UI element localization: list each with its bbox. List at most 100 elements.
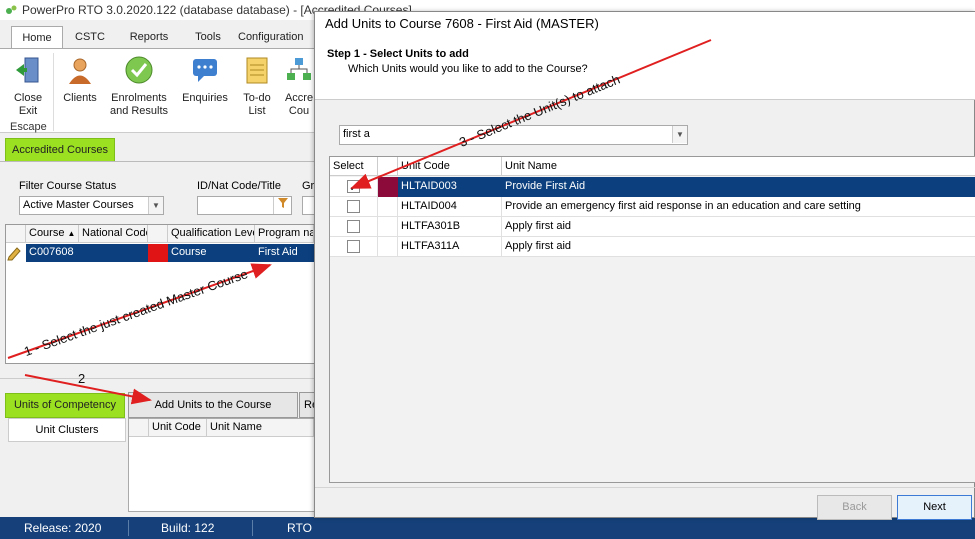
dialog-header: Step 1 - Select Units to add Which Units… bbox=[315, 37, 975, 100]
filter-status-value: Active Master Courses bbox=[23, 199, 134, 211]
row-qualification[interactable]: Course bbox=[168, 244, 255, 262]
close-exit-label: Close Exit bbox=[13, 92, 43, 117]
step-title: Step 1 - Select Units to add bbox=[327, 48, 469, 60]
todo-list-button[interactable]: To-do List bbox=[236, 55, 278, 118]
ribbon-group-escape: Escape bbox=[10, 121, 47, 133]
row-unit-name[interactable]: Provide First Aid bbox=[502, 177, 975, 197]
unit-search-value: first a bbox=[343, 128, 370, 140]
unit-checkbox[interactable] bbox=[347, 220, 360, 233]
clients-button[interactable]: Clients bbox=[58, 55, 102, 105]
enrolments-label: Enrolments and Results bbox=[109, 92, 169, 117]
pencil-edit-icon bbox=[7, 247, 21, 261]
network-icon bbox=[287, 58, 311, 80]
col-unit-color[interactable] bbox=[378, 157, 398, 176]
filter-status-select[interactable]: Active Master Courses ▼ bbox=[19, 196, 164, 215]
row-select-cell[interactable] bbox=[330, 217, 378, 237]
col-color[interactable] bbox=[148, 225, 168, 243]
unit-checkbox[interactable] bbox=[347, 200, 360, 213]
unit-checkbox[interactable] bbox=[347, 240, 360, 253]
close-exit-button[interactable]: Close Exit bbox=[6, 55, 50, 118]
units-grid-corner bbox=[129, 419, 149, 437]
unit-checkbox-checked[interactable] bbox=[347, 178, 360, 196]
next-button[interactable]: Next bbox=[897, 495, 972, 520]
sort-asc-icon: ▲ bbox=[67, 229, 76, 238]
row-course-id[interactable]: C007608 bbox=[26, 244, 79, 262]
grid-corner bbox=[6, 225, 26, 243]
chevron-down-icon[interactable]: ▼ bbox=[148, 197, 163, 214]
col-course[interactable]: Course ▲ bbox=[26, 225, 79, 243]
row-unit-code[interactable]: HLTFA311A bbox=[398, 237, 502, 257]
units-of-competency-tab[interactable]: Units of Competency bbox=[5, 393, 125, 418]
status-separator bbox=[252, 520, 253, 536]
col-course-label: Course bbox=[29, 227, 65, 239]
status-release: Release: 2020 bbox=[24, 521, 102, 535]
row-color-swatch bbox=[378, 177, 398, 197]
col-select[interactable]: Select bbox=[330, 157, 378, 176]
row-unit-code[interactable]: HLTAID003 bbox=[398, 177, 502, 197]
exit-door-icon bbox=[16, 57, 39, 83]
col-dialog-unit-code[interactable]: Unit Code bbox=[398, 157, 502, 176]
status-build: Build: 122 bbox=[161, 521, 215, 535]
row-unit-code[interactable]: HLTFA301B bbox=[398, 217, 502, 237]
tab-configuration[interactable]: Configuration bbox=[238, 26, 318, 48]
row-color-cell bbox=[378, 237, 398, 257]
row-national-code[interactable] bbox=[79, 244, 148, 262]
course-units-grid: Unit Code Unit Name bbox=[128, 418, 315, 512]
clients-label: Clients bbox=[63, 92, 97, 104]
chevron-down-icon[interactable]: ▼ bbox=[672, 126, 687, 143]
dialog-title: Add Units to Course 7608 - First Aid (MA… bbox=[315, 12, 975, 37]
col-qualification-level[interactable]: Qualification Level bbox=[168, 225, 255, 243]
tab-divider bbox=[0, 161, 315, 162]
speech-bubble-icon bbox=[193, 59, 217, 82]
row-select-cell[interactable] bbox=[330, 237, 378, 257]
status-separator bbox=[128, 520, 129, 536]
status-bar: Release: 2020 Build: 122 RTO bbox=[0, 517, 975, 539]
row-select-cell[interactable] bbox=[330, 177, 378, 197]
row-unit-name[interactable]: Apply first aid bbox=[502, 237, 975, 257]
col-national-code[interactable]: National Code bbox=[79, 225, 148, 243]
col-dialog-unit-name[interactable]: Unit Name bbox=[502, 157, 975, 176]
person-icon bbox=[69, 58, 91, 84]
row-unit-name[interactable]: Provide an emergency first aid response … bbox=[502, 197, 975, 217]
enrolments-button[interactable]: Enrolments and Results bbox=[108, 55, 170, 118]
unit-selection-grid: Select Unit Code Unit Name HLTAID003 Pro… bbox=[329, 156, 975, 483]
col-unit-name[interactable]: Unit Name bbox=[207, 419, 314, 437]
row-unit-name[interactable]: Apply first aid bbox=[502, 217, 975, 237]
check-circle-icon bbox=[125, 56, 153, 84]
todo-label: To-do List bbox=[243, 92, 271, 117]
filter-funnel-icon[interactable] bbox=[273, 197, 291, 214]
ribbon: Close Exit Escape Clients Enrolments and… bbox=[0, 48, 315, 133]
accredited-courses-button[interactable]: Accre Cou bbox=[284, 55, 314, 118]
status-rto: RTO bbox=[287, 521, 312, 535]
app-logo-icon bbox=[6, 5, 17, 14]
row-unit-code[interactable]: HLTAID004 bbox=[398, 197, 502, 217]
row-color-swatch bbox=[148, 244, 168, 262]
id-title-label: ID/Nat Code/Title bbox=[197, 180, 281, 192]
add-units-button[interactable]: Add Units to the Course bbox=[128, 392, 298, 418]
back-button[interactable]: Back bbox=[817, 495, 892, 520]
tab-tools[interactable]: Tools bbox=[182, 26, 234, 48]
id-title-input[interactable] bbox=[197, 196, 292, 215]
ribbon-separator bbox=[53, 53, 54, 131]
row-indicator bbox=[6, 244, 26, 262]
accredited-label: Accre Cou bbox=[284, 92, 314, 117]
row-select-cell[interactable] bbox=[330, 197, 378, 217]
filter-status-label: Filter Course Status bbox=[19, 180, 117, 192]
enquiries-button[interactable]: Enquiries bbox=[180, 55, 230, 105]
row-color-cell bbox=[378, 197, 398, 217]
col-unit-code[interactable]: Unit Code bbox=[149, 419, 207, 437]
unit-clusters-tab[interactable]: Unit Clusters bbox=[8, 418, 126, 442]
tab-cstc[interactable]: CSTC bbox=[65, 26, 115, 48]
gr-label: Gr bbox=[302, 180, 315, 192]
annotation-note-2: 2 bbox=[78, 371, 86, 386]
enquiries-label: Enquiries bbox=[182, 92, 228, 104]
tab-home[interactable]: Home bbox=[11, 26, 63, 48]
accredited-courses-tab[interactable]: Accredited Courses bbox=[5, 138, 115, 162]
step-subtitle: Which Units would you like to add to the… bbox=[348, 63, 588, 75]
tab-reports[interactable]: Reports bbox=[120, 26, 178, 48]
dialog-footer-divider bbox=[315, 487, 975, 488]
row-program[interactable]: First Aid bbox=[255, 244, 314, 262]
section-divider bbox=[0, 378, 315, 379]
col-program-name[interactable]: Program name bbox=[255, 225, 314, 243]
row-color-cell bbox=[378, 217, 398, 237]
